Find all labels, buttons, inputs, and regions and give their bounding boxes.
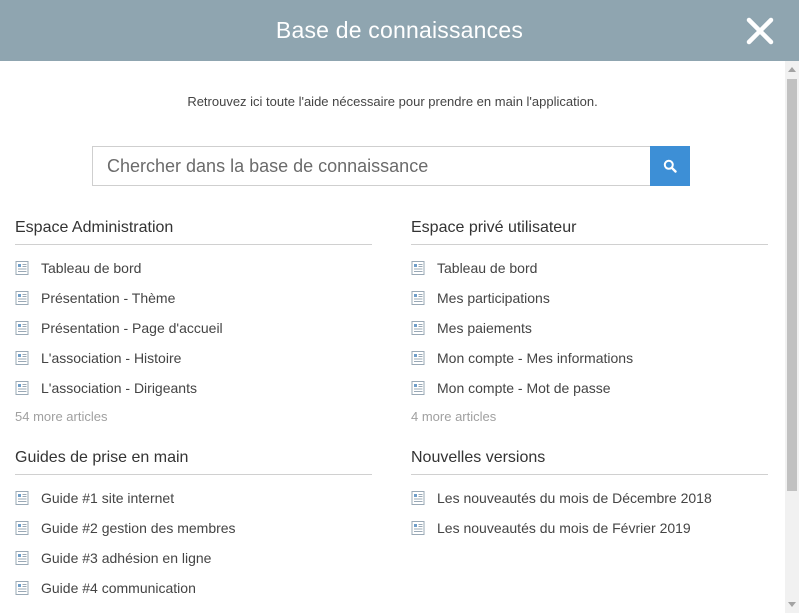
article-title: Présentation - Thème xyxy=(41,290,176,306)
article-title: Les nouveautés du mois de Décembre 2018 xyxy=(437,490,712,506)
section-guides-de-prise-en-main: Guides de prise en main Guide #1 site in… xyxy=(15,448,372,603)
article-link[interactable]: Les nouveautés du mois de Février 2019 xyxy=(411,513,768,543)
document-icon xyxy=(411,261,425,275)
search-button[interactable] xyxy=(650,146,690,186)
article-link[interactable]: Mes participations xyxy=(411,283,768,313)
close-button[interactable] xyxy=(745,16,775,46)
article-title: Mes paiements xyxy=(437,320,532,336)
document-icon xyxy=(15,521,29,535)
document-icon xyxy=(411,491,425,505)
search-bar xyxy=(92,146,690,186)
article-title: Mon compte - Mes informations xyxy=(437,350,634,366)
document-icon xyxy=(15,381,29,395)
document-icon xyxy=(411,321,425,335)
article-list: Tableau de bord Mes participations Mes p… xyxy=(411,253,768,403)
document-icon xyxy=(15,351,29,365)
article-title: Mon compte - Mot de passe xyxy=(437,380,611,396)
document-icon xyxy=(15,551,29,565)
article-link[interactable]: L'association - Histoire xyxy=(15,343,372,373)
more-articles-link[interactable]: 54 more articles xyxy=(15,403,372,431)
section-title: Guides de prise en main xyxy=(15,448,372,475)
article-link[interactable]: Mon compte - Mes informations xyxy=(411,343,768,373)
article-title: Tableau de bord xyxy=(41,260,142,276)
document-icon xyxy=(411,521,425,535)
scroll-down-arrow-icon[interactable] xyxy=(788,602,796,607)
article-link[interactable]: Guide #1 site internet xyxy=(15,483,372,513)
article-link[interactable]: L'association - Dirigeants xyxy=(15,373,372,403)
article-link[interactable]: Guide #2 gestion des membres xyxy=(15,513,372,543)
document-icon xyxy=(15,491,29,505)
article-list: Les nouveautés du mois de Décembre 2018 … xyxy=(411,483,768,543)
more-articles-link[interactable]: 4 more articles xyxy=(411,403,768,431)
document-icon xyxy=(15,291,29,305)
modal-header: Base de connaissances xyxy=(0,0,799,61)
article-title: L'association - Histoire xyxy=(41,350,182,366)
article-link[interactable]: Mon compte - Mot de passe xyxy=(411,373,768,403)
search-input[interactable] xyxy=(92,146,650,186)
document-icon xyxy=(15,581,29,595)
article-title: Tableau de bord xyxy=(437,260,538,276)
document-icon xyxy=(15,261,29,275)
article-list: Tableau de bord Présentation - Thème Pré… xyxy=(15,253,372,403)
intro-text: Retrouvez ici toute l'aide nécessaire po… xyxy=(187,94,598,109)
article-link[interactable]: Mes paiements xyxy=(411,313,768,343)
article-title: L'association - Dirigeants xyxy=(41,380,197,396)
article-list: Guide #1 site internet Guide #2 gestion … xyxy=(15,483,372,603)
section-title: Espace Administration xyxy=(15,218,372,245)
document-icon xyxy=(411,381,425,395)
section-espace-prive-utilisateur: Espace privé utilisateur Tableau de bord… xyxy=(411,218,768,431)
article-title: Guide #3 adhésion en ligne xyxy=(41,550,212,566)
scroll-up-arrow-icon[interactable] xyxy=(788,67,796,72)
close-icon xyxy=(746,17,774,45)
article-link[interactable]: Présentation - Page d'accueil xyxy=(15,313,372,343)
document-icon xyxy=(411,291,425,305)
article-link[interactable]: Présentation - Thème xyxy=(15,283,372,313)
article-title: Guide #4 communication xyxy=(41,580,196,596)
scroll-thumb[interactable] xyxy=(787,79,797,491)
article-link[interactable]: Guide #4 communication xyxy=(15,573,372,603)
search-icon xyxy=(663,159,677,173)
vertical-scrollbar[interactable] xyxy=(785,61,799,613)
section-title: Espace privé utilisateur xyxy=(411,218,768,245)
article-link[interactable]: Tableau de bord xyxy=(15,253,372,283)
article-title: Guide #2 gestion des membres xyxy=(41,520,236,536)
section-nouvelles-versions: Nouvelles versions Les nouveautés du moi… xyxy=(411,448,768,543)
article-title: Les nouveautés du mois de Février 2019 xyxy=(437,520,691,536)
modal-title: Base de connaissances xyxy=(275,17,524,43)
article-title: Présentation - Page d'accueil xyxy=(41,320,223,336)
section-espace-administration: Espace Administration Tableau de bord Pr… xyxy=(15,218,372,431)
modal-body: Retrouvez ici toute l'aide nécessaire po… xyxy=(0,61,785,613)
document-icon xyxy=(411,351,425,365)
article-link[interactable]: Les nouveautés du mois de Décembre 2018 xyxy=(411,483,768,513)
article-link[interactable]: Guide #3 adhésion en ligne xyxy=(15,543,372,573)
article-title: Guide #1 site internet xyxy=(41,490,175,506)
section-title: Nouvelles versions xyxy=(411,448,768,475)
article-title: Mes participations xyxy=(437,290,550,306)
article-link[interactable]: Tableau de bord xyxy=(411,253,768,283)
document-icon xyxy=(15,321,29,335)
